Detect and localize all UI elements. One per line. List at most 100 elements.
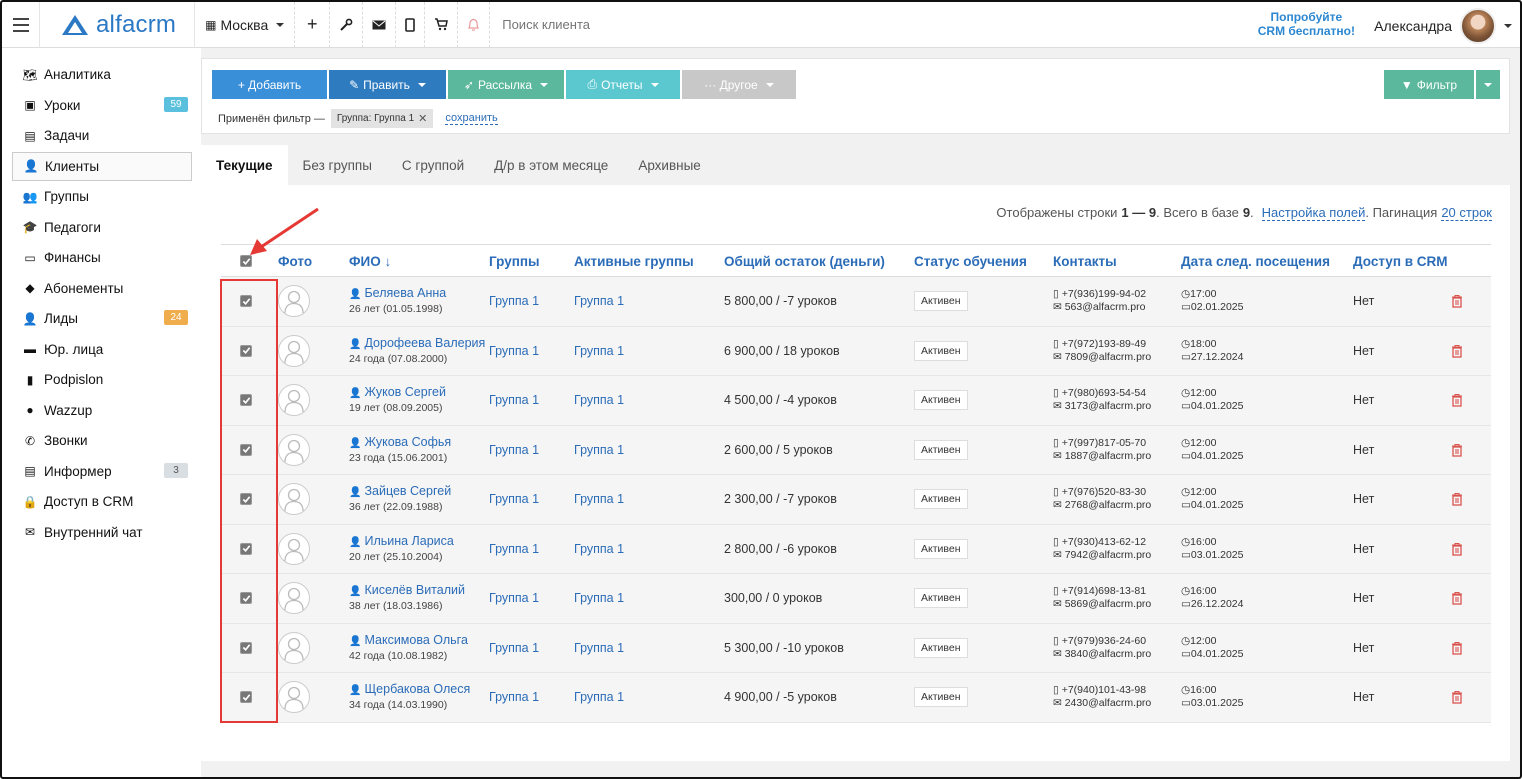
sidebar-item[interactable]: 👤 Лиды 24 [12, 304, 192, 333]
avatar-placeholder-icon[interactable] [278, 384, 310, 417]
active-group-link[interactable]: Группа 1 [574, 574, 624, 623]
group-link[interactable]: Группа 1 [489, 376, 539, 425]
fields-settings-link[interactable]: Настройка полей [1261, 205, 1366, 221]
trash-icon[interactable] [1451, 426, 1463, 475]
sidebar-item[interactable]: ✉ Внутренний чат [12, 518, 192, 547]
phone-line[interactable]: ▯ +7(980)693-54-54 [1053, 387, 1146, 400]
header-contacts[interactable]: Контакты [1053, 254, 1117, 269]
email-line[interactable]: ✉ 7942@alfacrm.pro [1053, 549, 1151, 562]
header-status[interactable]: Статус обучения [914, 254, 1027, 269]
user-menu[interactable]: Александра [1374, 6, 1512, 46]
sidebar-item[interactable]: 🎓 Педагоги [12, 213, 192, 242]
sidebar-item[interactable]: ▤ Информер 3 [12, 457, 192, 486]
sidebar-item[interactable]: ◆ Абонементы [12, 274, 192, 303]
group-link[interactable]: Группа 1 [489, 574, 539, 623]
edit-button[interactable]: ✎ Править [329, 70, 446, 99]
active-group-link[interactable]: Группа 1 [574, 673, 624, 722]
tab[interactable]: Архивные [623, 145, 716, 185]
trash-icon[interactable] [1451, 277, 1463, 326]
pagination-select[interactable]: 20 строк [1441, 205, 1492, 221]
active-group-link[interactable]: Группа 1 [574, 426, 624, 475]
client-name-link[interactable]: 👤 Беляева Анна [349, 286, 446, 302]
email-line[interactable]: ✉ 563@alfacrm.pro [1053, 301, 1145, 314]
trash-icon[interactable] [1451, 376, 1463, 425]
save-filter-link[interactable]: сохранить [445, 112, 498, 125]
logo[interactable]: alfacrm [40, 1, 196, 48]
city-select[interactable]: ▦ Москва [195, 1, 296, 48]
header-groups[interactable]: Группы [489, 254, 540, 269]
avatar-placeholder-icon[interactable] [278, 433, 310, 466]
tab[interactable]: Д/р в этом месяце [479, 145, 623, 185]
email-line[interactable]: ✉ 5869@alfacrm.pro [1053, 598, 1151, 611]
active-group-link[interactable]: Группа 1 [574, 327, 624, 376]
client-name-link[interactable]: 👤 Ильина Лариса [349, 534, 454, 550]
trash-icon[interactable] [1451, 475, 1463, 524]
active-group-link[interactable]: Группа 1 [574, 624, 624, 673]
trash-icon[interactable] [1451, 673, 1463, 722]
trash-icon[interactable] [1451, 574, 1463, 623]
client-name-link[interactable]: 👤 Дорофеева Валерия [349, 336, 485, 352]
reports-button[interactable]: ⎙ Отчеты [566, 70, 680, 99]
table-row[interactable]: 👤 Щербакова Олеся 34 года (14.03.1990) Гр… [221, 673, 1491, 723]
active-group-link[interactable]: Группа 1 [574, 525, 624, 574]
plus-button[interactable]: + [295, 1, 331, 48]
email-line[interactable]: ✉ 2768@alfacrm.pro [1053, 499, 1151, 512]
table-row[interactable]: 👤 Жуков Сергей 19 лет (08.09.2005) Группа… [221, 376, 1491, 426]
cart-button[interactable] [425, 1, 459, 48]
table-row[interactable]: 👤 Беляева Анна 26 лет (01.05.1998) Группа… [221, 277, 1491, 327]
header-crm-access[interactable]: Доступ в CRM [1353, 254, 1448, 269]
trash-icon[interactable] [1451, 624, 1463, 673]
avatar-placeholder-icon[interactable] [278, 285, 310, 318]
trash-icon[interactable] [1451, 327, 1463, 376]
avatar-placeholder-icon[interactable] [278, 483, 310, 516]
active-group-link[interactable]: Группа 1 [574, 277, 624, 326]
header-active-groups[interactable]: Активные группы [574, 254, 694, 269]
email-line[interactable]: ✉ 1887@alfacrm.pro [1053, 450, 1151, 463]
phone-line[interactable]: ▯ +7(936)199-94-02 [1053, 288, 1146, 301]
group-link[interactable]: Группа 1 [489, 673, 539, 722]
avatar-placeholder-icon[interactable] [278, 631, 310, 664]
add-button[interactable]: + Добавить [212, 70, 327, 99]
group-link[interactable]: Группа 1 [489, 327, 539, 376]
tab[interactable]: Без группы [288, 145, 387, 185]
table-row[interactable]: 👤 Ильина Лариса 20 лет (25.10.2004) Групп… [221, 524, 1491, 574]
sidebar-item[interactable]: ▭ Финансы [12, 243, 192, 272]
avatar-placeholder-icon[interactable] [278, 532, 310, 565]
table-row[interactable]: 👤 Зайцев Сергей 36 лет (22.09.1988) Групп… [221, 475, 1491, 525]
trash-icon[interactable] [1451, 525, 1463, 574]
sidebar-item[interactable]: 🔒 Доступ в CRM [12, 487, 192, 516]
sidebar-item[interactable]: ▮ Podpislon [12, 365, 192, 394]
sidebar-item[interactable]: ▤ Задачи [12, 121, 192, 150]
phone-line[interactable]: ▯ +7(997)817-05-70 [1053, 437, 1146, 450]
avatar-placeholder-icon[interactable] [278, 334, 310, 367]
sidebar-item[interactable]: 👥 Группы [12, 182, 192, 211]
table-row[interactable]: 👤 Дорофеева Валерия 24 года (07.08.2000) … [221, 326, 1491, 376]
phone-line[interactable]: ▯ +7(976)520-83-30 [1053, 486, 1146, 499]
phone-line[interactable]: ▯ +7(914)698-13-81 [1053, 585, 1146, 598]
client-name-link[interactable]: 👤 Жукова Софья [349, 435, 451, 451]
sidebar-item[interactable]: ✆ Звонки [12, 426, 192, 455]
phone-line[interactable]: ▯ +7(940)101-43-98 [1053, 684, 1146, 697]
active-group-link[interactable]: Группа 1 [574, 475, 624, 524]
sidebar-item[interactable]: ▣ Уроки 59 [12, 91, 192, 120]
mail-button[interactable] [363, 1, 397, 48]
group-link[interactable]: Группа 1 [489, 475, 539, 524]
filter-chip[interactable]: Группа: Группа 1 ✕ [330, 109, 434, 128]
phone-line[interactable]: ▯ +7(930)413-62-12 [1053, 536, 1146, 549]
sidebar-item[interactable]: ▬ Юр. лица [12, 335, 192, 364]
group-link[interactable]: Группа 1 [489, 525, 539, 574]
header-fio[interactable]: ФИО ↓ [349, 254, 391, 269]
client-name-link[interactable]: 👤 Зайцев Сергей [349, 484, 451, 500]
email-line[interactable]: ✉ 3173@alfacrm.pro [1053, 400, 1151, 413]
mailing-button[interactable]: ➶ Рассылка [448, 70, 564, 99]
sidebar-item[interactable]: ● Wazzup [12, 396, 192, 425]
notifications-button[interactable] [458, 1, 491, 48]
email-line[interactable]: ✉ 2430@alfacrm.pro [1053, 697, 1151, 710]
active-group-link[interactable]: Группа 1 [574, 376, 624, 425]
client-search[interactable] [490, 2, 714, 48]
client-name-link[interactable]: 👤 Жуков Сергей [349, 385, 446, 401]
group-link[interactable]: Группа 1 [489, 277, 539, 326]
table-row[interactable]: 👤 Максимова Ольга 42 года (10.08.1982) Гр… [221, 623, 1491, 673]
client-name-link[interactable]: 👤 Щербакова Олеся [349, 682, 470, 698]
sidebar-item[interactable]: 👤 Клиенты [12, 151, 192, 181]
